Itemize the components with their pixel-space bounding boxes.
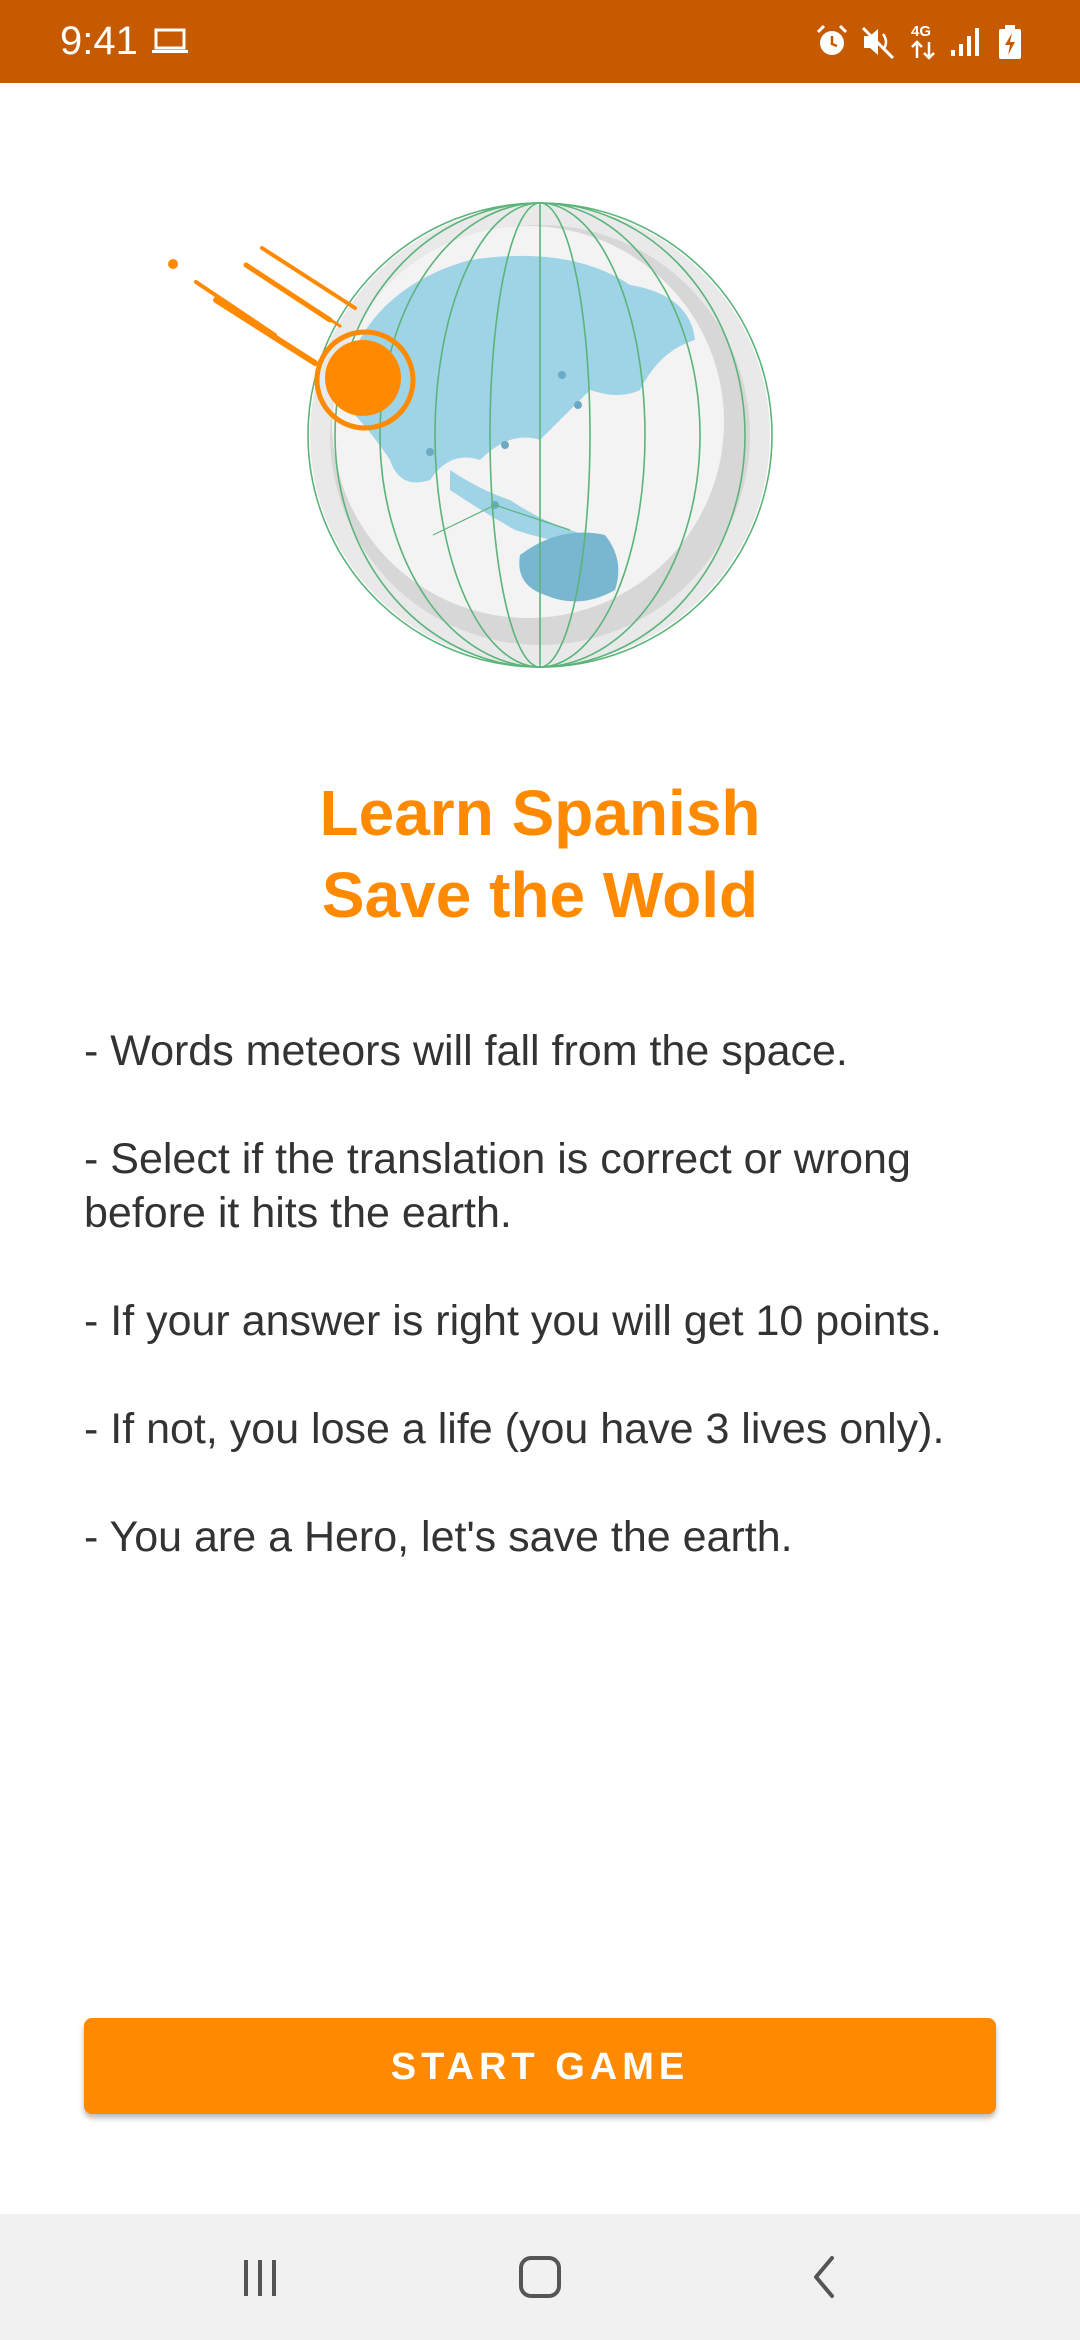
recent-apps-button[interactable] — [180, 2214, 340, 2340]
rule-item: - You are a Hero, let's save the earth. — [84, 1513, 793, 1561]
globe-icon — [168, 202, 773, 668]
home-button[interactable] — [460, 2214, 620, 2340]
status-time: 9:41 — [60, 19, 138, 63]
globe-meteor-illustration — [150, 190, 790, 680]
game-rules: - Words meteors will fall from the space… — [84, 1024, 1004, 1618]
recent-apps-icon — [244, 2260, 276, 2296]
rule-item: - Select if the translation is correct o… — [84, 1135, 911, 1237]
home-icon — [519, 2256, 561, 2298]
alarm-icon — [814, 20, 850, 64]
mute-icon — [860, 20, 896, 64]
game-intro-screen: 9:41 4G Learn Spanish Save the Wold - Wo… — [0, 0, 1080, 2340]
battery-charging-icon — [996, 20, 1024, 64]
signal-icon — [948, 20, 984, 64]
start-game-button[interactable]: START GAME — [84, 2018, 996, 2114]
back-icon — [814, 2256, 834, 2298]
page-title: Learn Spanish Save the Wold — [0, 772, 1080, 936]
rule-item: - Words meteors will fall from the space… — [84, 1027, 848, 1075]
svg-text:4G: 4G — [911, 23, 931, 40]
4g-data-icon: 4G — [908, 20, 938, 64]
system-navigation-bar — [0, 2214, 1080, 2340]
title-line-1: Learn Spanish — [319, 777, 761, 849]
status-bar: 9:41 4G — [0, 0, 1080, 83]
title-line-2: Save the Wold — [321, 859, 759, 931]
rule-item: - If your answer is right you will get 1… — [84, 1297, 942, 1345]
laptop-icon — [152, 20, 188, 64]
back-button[interactable] — [744, 2214, 904, 2340]
rule-item: - If not, you lose a life (you have 3 li… — [84, 1405, 945, 1453]
